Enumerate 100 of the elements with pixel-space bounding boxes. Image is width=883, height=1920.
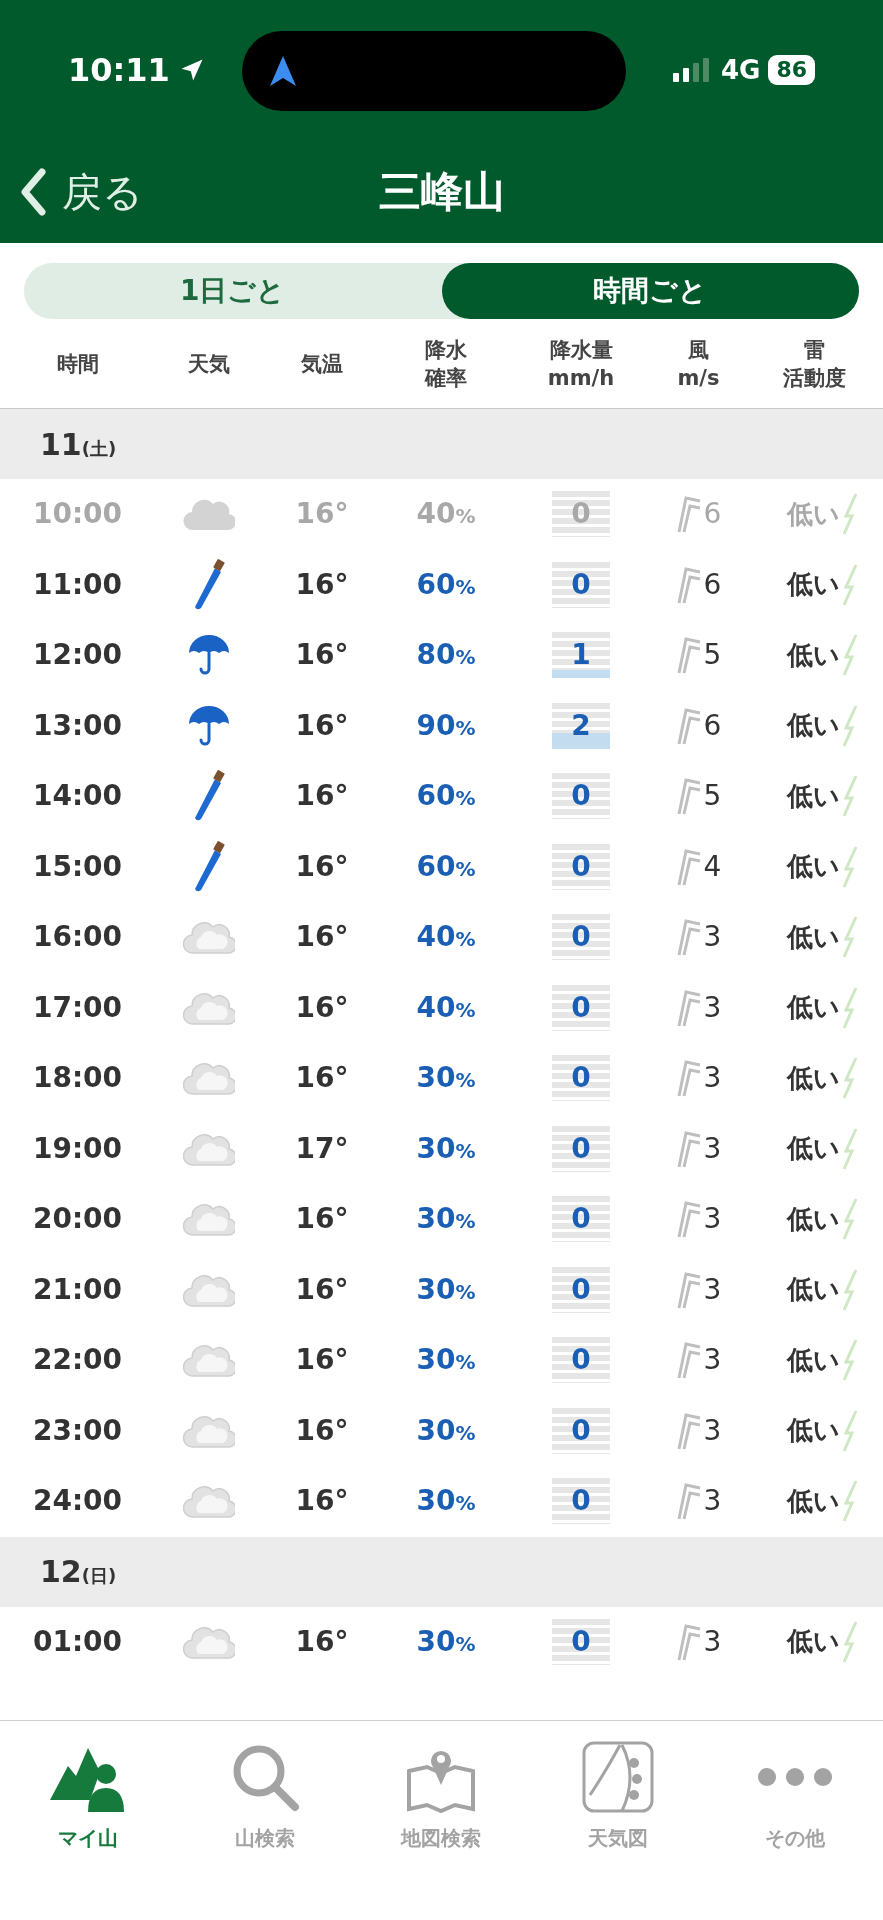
wind-speed: 3 <box>703 989 722 1026</box>
precipitation-chance: 30% <box>415 1623 477 1660</box>
thunder-level: 低い <box>787 709 840 743</box>
lightning-icon <box>842 703 858 748</box>
time-label: 21:00 <box>31 1271 124 1308</box>
temperature: 16° <box>294 637 350 674</box>
temperature: 17° <box>294 1130 350 1167</box>
lightning-icon <box>842 1619 858 1664</box>
precipitation-amount: 0 <box>571 989 591 1026</box>
thunder-level: 低い <box>787 497 840 531</box>
thunder-level: 低い <box>787 1273 840 1307</box>
precipitation-amount: 0 <box>571 1412 591 1449</box>
time-label: 22:00 <box>31 1342 124 1379</box>
lightning-icon <box>842 774 858 819</box>
time-label: 13:00 <box>31 707 124 744</box>
wind-speed: 3 <box>703 1483 722 1520</box>
navigation-arrow-icon <box>270 56 296 86</box>
precipitation-amount: 0 <box>571 778 591 815</box>
column-header: 雷 活動度 <box>782 336 847 392</box>
cloud-icon <box>183 919 235 956</box>
column-header: 時間 <box>55 350 100 378</box>
precipitation-amount: 0 <box>571 1342 591 1379</box>
nav-tab[interactable]: マイ山 <box>0 1733 177 1853</box>
time-label: 01:00 <box>31 1623 124 1660</box>
wind-speed: 6 <box>703 496 722 533</box>
lightning-icon <box>842 1056 858 1101</box>
lightning-icon <box>842 985 858 1030</box>
time-label: 17:00 <box>31 989 124 1026</box>
lightning-icon <box>842 633 858 678</box>
precipitation-chance: 30% <box>415 1483 477 1520</box>
temperature: 16° <box>294 1271 350 1308</box>
precipitation-amount: 0 <box>571 848 591 885</box>
precipitation-amount: 0 <box>571 1201 591 1238</box>
precipitation-amount: 0 <box>571 1060 591 1097</box>
day-label: 12(日) <box>40 1553 117 1591</box>
column-header: 気温 <box>300 350 344 378</box>
wind-speed: 3 <box>703 1623 722 1660</box>
thunder-level: 低い <box>787 850 840 884</box>
status-time: 10:11 <box>68 50 170 91</box>
day-label: 11(土) <box>40 425 117 464</box>
column-header: 天気 <box>187 350 231 378</box>
cloud-icon <box>183 1201 235 1238</box>
tab[interactable]: 時間ごと <box>441 263 859 319</box>
lightning-icon <box>842 492 858 537</box>
wind-speed: 3 <box>703 1271 722 1308</box>
time-label: 24:00 <box>31 1483 124 1520</box>
precipitation-amount: 0 <box>571 566 591 603</box>
column-header: 降水量 mm/h <box>546 336 616 392</box>
thunder-level: 低い <box>787 1343 840 1377</box>
temperature: 16° <box>294 566 350 603</box>
lightning-icon <box>842 1338 858 1383</box>
temperature: 16° <box>294 496 350 533</box>
precipitation-amount: 0 <box>571 496 591 533</box>
thunder-level: 低い <box>787 779 840 813</box>
lightning-icon <box>842 1126 858 1171</box>
wind-speed: 3 <box>703 1201 722 1238</box>
wind-speed: 5 <box>703 778 722 815</box>
precipitation-chance: 30% <box>415 1342 477 1379</box>
page-title: 三峰山 <box>378 166 505 218</box>
column-header: 風 m/s <box>676 336 721 392</box>
lightning-icon <box>842 1197 858 1242</box>
cloud-icon <box>183 1483 235 1520</box>
weather-map-icon <box>582 1741 655 1813</box>
temperature: 16° <box>294 1483 350 1520</box>
thunder-level: 低い <box>787 1414 840 1448</box>
time-label: 23:00 <box>31 1412 124 1449</box>
time-label: 10:00 <box>31 496 124 533</box>
wind-speed: 4 <box>703 848 722 885</box>
wind-speed: 3 <box>703 919 722 956</box>
cloud-icon <box>183 1060 235 1097</box>
precipitation-amount: 2 <box>571 707 591 744</box>
cloud-icon <box>183 1342 235 1379</box>
precipitation-amount: 0 <box>571 1271 591 1308</box>
temperature: 16° <box>294 989 350 1026</box>
lightning-icon <box>842 1479 858 1524</box>
temperature: 16° <box>294 848 350 885</box>
precipitation-chance: 60% <box>415 848 477 885</box>
precipitation-chance: 40% <box>415 496 477 533</box>
time-label: 15:00 <box>31 848 124 885</box>
more-icon <box>756 1765 833 1789</box>
time-label: 18:00 <box>31 1060 124 1097</box>
thunder-level: 低い <box>787 1484 840 1518</box>
chevron-left-icon <box>20 167 46 216</box>
thunder-level: 低い <box>787 1202 840 1236</box>
back-button[interactable]: 戻る <box>20 161 143 222</box>
wind-speed: 3 <box>703 1060 722 1097</box>
tab[interactable]: 1日ごと <box>24 263 442 319</box>
wind-speed: 3 <box>703 1130 722 1167</box>
wind-speed: 3 <box>703 1342 722 1379</box>
precipitation-amount: 0 <box>571 1483 591 1520</box>
wind-speed: 6 <box>703 566 722 603</box>
lightning-icon <box>842 844 858 889</box>
lightning-icon <box>842 1408 858 1453</box>
time-label: 19:00 <box>31 1130 124 1167</box>
precipitation-chance: 30% <box>415 1130 477 1167</box>
thunder-level: 低い <box>787 1061 840 1095</box>
precipitation-chance: 30% <box>415 1060 477 1097</box>
thunder-level: 低い <box>787 568 840 602</box>
time-label: 20:00 <box>31 1201 124 1238</box>
precipitation-chance: 30% <box>415 1412 477 1449</box>
